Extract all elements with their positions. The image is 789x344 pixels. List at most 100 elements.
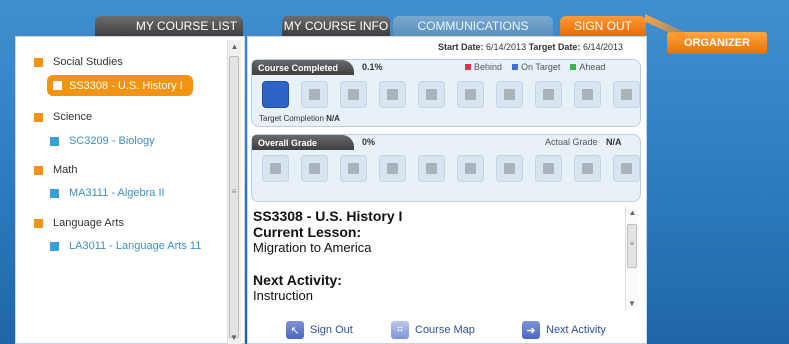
legend-ahead-swatch <box>570 64 577 70</box>
tab-sign-out-label: SIGN OUT <box>573 19 632 33</box>
progress-cell <box>340 81 367 108</box>
actual-grade-value: N/A <box>606 137 622 147</box>
legend-behind: Behind <box>465 62 502 72</box>
target-date-label: Target Date: <box>528 42 581 52</box>
course-square-icon <box>50 188 59 198</box>
tab-sign-out[interactable]: SIGN OUT <box>560 16 646 36</box>
grade-cell <box>340 155 367 182</box>
category-language-arts: Language Arts <box>34 217 124 229</box>
grade-cell <box>613 155 640 182</box>
category-label: Language Arts <box>53 217 124 229</box>
course-label: SC3209 - Biology <box>69 135 155 147</box>
tab-my-course-list-label: MY COURSE LIST <box>135 19 237 33</box>
overall-grade-label: Overall Grade <box>258 137 318 148</box>
progress-cell <box>379 81 406 108</box>
course-item-sc3209[interactable]: SC3209 - Biology <box>50 135 155 147</box>
target-date-value: 6/14/2013 <box>582 42 623 52</box>
grade-cell <box>301 155 328 182</box>
lesson-scrollbar[interactable]: ▲ ≡ ▼ <box>625 206 639 310</box>
target-completion-label: Target Completion <box>259 114 324 123</box>
course-label: MA3111 - Algebra II <box>69 187 165 199</box>
scroll-thumb[interactable]: ≡ <box>229 56 239 338</box>
target-completion-value: N/A <box>326 114 340 123</box>
current-lesson-label: Current Lesson: <box>253 224 362 240</box>
overall-grade-pill: Overall Grade <box>252 135 354 150</box>
progress-cell <box>574 81 601 108</box>
organizer-flare <box>645 14 685 40</box>
category-social-studies: Social Studies <box>34 56 123 68</box>
grade-cell <box>457 155 484 182</box>
next-activity-value: Instruction <box>253 288 313 303</box>
course-item-la3011[interactable]: LA3011 - Language Arts 11 <box>50 240 201 252</box>
course-square-icon <box>50 136 59 146</box>
scroll-down-icon[interactable]: ▼ <box>628 299 636 308</box>
progress-cells <box>262 81 640 108</box>
organizer-label: ORGANIZER <box>684 37 750 49</box>
target-completion: Target Completion N/A <box>259 114 340 123</box>
course-item-ss3308[interactable]: SS3308 - U.S. History I <box>47 75 193 96</box>
tab-my-course-info[interactable]: MY COURSE INFO <box>282 16 390 36</box>
actual-grade-label: Actual Grade <box>545 137 598 147</box>
sign-out-button-label: Sign Out <box>310 324 353 336</box>
tab-communications[interactable]: COMMUNICATIONS <box>393 16 553 36</box>
grade-cell <box>262 155 289 182</box>
grade-cell <box>496 155 523 182</box>
progress-cell <box>301 81 328 108</box>
legend-behind-swatch <box>465 64 471 70</box>
next-activity-button[interactable]: ➜ Next Activity <box>522 321 606 339</box>
progress-cell <box>262 81 289 108</box>
progress-cell <box>418 81 445 108</box>
category-label: Math <box>53 164 78 176</box>
category-label: Social Studies <box>53 56 123 68</box>
tab-my-course-list[interactable]: MY COURSE LIST <box>95 16 243 36</box>
dates-row: Start Date: 6/14/2013 Target Date: 6/14/… <box>438 42 623 52</box>
progress-cell <box>457 81 484 108</box>
course-list-scrollbar[interactable]: ▲ ≡ ▼ <box>227 40 241 344</box>
scroll-up-icon[interactable]: ▲ <box>228 42 241 51</box>
progress-cell <box>613 81 640 108</box>
sign-out-icon: ↖ <box>286 321 304 339</box>
progress-cell <box>535 81 562 108</box>
course-label: LA3011 - Language Arts 11 <box>69 240 202 252</box>
start-date-label: Start Date: <box>438 42 484 52</box>
course-completed-value: 0.1% <box>362 62 383 72</box>
lesson-course-title: SS3308 - U.S. History I <box>253 208 403 224</box>
start-date-value: 6/14/2013 <box>486 42 527 52</box>
scroll-thumb[interactable]: ≡ <box>627 224 637 268</box>
grade-cells <box>262 155 640 182</box>
course-square-icon <box>50 241 59 251</box>
tab-my-course-info-label: MY COURSE INFO <box>283 19 389 33</box>
grade-cell <box>535 155 562 182</box>
grade-cell <box>379 155 406 182</box>
progress-legend: Behind On Target Ahead <box>465 62 605 72</box>
next-activity-label: Next Activity: <box>253 272 342 288</box>
legend-on-target: On Target <box>512 62 560 72</box>
course-map-icon: ⌗ <box>391 321 409 339</box>
actual-grade: Actual Grade N/A <box>545 137 622 147</box>
course-square-icon <box>53 81 62 90</box>
lesson-info: SS3308 - U.S. History I Current Lesson: … <box>253 208 625 312</box>
category-label: Science <box>53 111 93 123</box>
course-completed-label: Course Completed <box>258 62 339 73</box>
category-math: Math <box>34 164 77 176</box>
legend-ahead: Ahead <box>570 62 605 72</box>
course-map-button[interactable]: ⌗ Course Map <box>391 321 475 339</box>
next-activity-button-label: Next Activity <box>546 324 606 336</box>
grade-cell <box>418 155 445 182</box>
current-lesson-value: Migration to America <box>253 240 372 255</box>
overall-grade-value: 0% <box>362 137 376 147</box>
category-square-icon <box>34 57 43 67</box>
grade-cell <box>574 155 601 182</box>
category-square-icon <box>34 165 43 175</box>
category-square-icon <box>34 218 43 228</box>
course-label: SS3308 - U.S. History I <box>69 79 183 92</box>
legend-on-target-swatch <box>512 64 519 70</box>
scroll-up-icon[interactable]: ▲ <box>626 208 639 217</box>
next-activity-icon: ➜ <box>522 321 540 339</box>
course-item-ma3111[interactable]: MA3111 - Algebra II <box>50 187 165 199</box>
scroll-down-icon[interactable]: ▼ <box>230 333 238 342</box>
sign-out-button[interactable]: ↖ Sign Out <box>286 321 353 339</box>
course-completed-pill: Course Completed <box>252 60 354 75</box>
tab-communications-label: COMMUNICATIONS <box>417 19 529 33</box>
progress-cell <box>496 81 523 108</box>
